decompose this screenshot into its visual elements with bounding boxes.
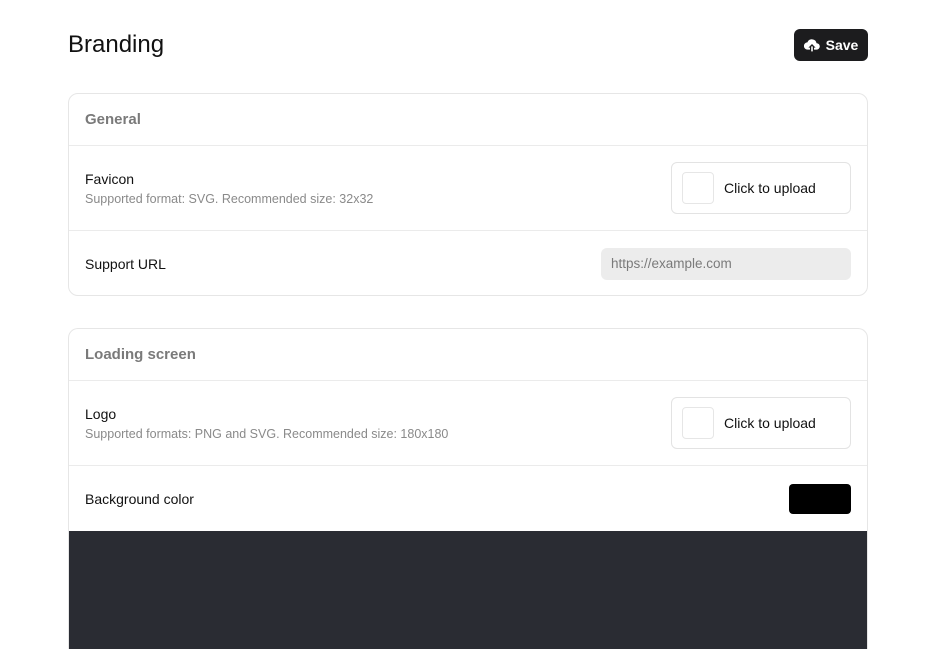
favicon-text: Favicon Supported format: SVG. Recommend… [85, 171, 373, 206]
save-button[interactable]: Save [794, 29, 868, 61]
favicon-row: Favicon Supported format: SVG. Recommend… [69, 146, 867, 231]
loading-screen-preview [69, 531, 867, 649]
background-color-row: Background color [69, 466, 867, 531]
support-url-row: Support URL [69, 231, 867, 295]
loading-screen-card-title: Loading screen [69, 329, 867, 381]
page-title: Branding [68, 31, 165, 58]
logo-description: Supported formats: PNG and SVG. Recommen… [85, 426, 449, 441]
favicon-label: Favicon [85, 170, 135, 187]
branding-page: Branding Save General Favicon Supported … [0, 0, 940, 649]
favicon-description: Supported format: SVG. Recommended size:… [85, 191, 374, 206]
cloud-upload-icon [803, 38, 820, 52]
logo-upload-label: Click to upload [724, 415, 816, 431]
background-color-label: Background color [85, 490, 194, 507]
background-color-swatch[interactable] [789, 483, 851, 514]
favicon-preview [682, 172, 714, 204]
save-button-label: Save [825, 37, 859, 53]
general-card: General Favicon Supported format: SVG. R… [68, 93, 868, 296]
favicon-upload-label: Click to upload [724, 180, 816, 196]
favicon-upload-button[interactable]: Click to upload [671, 162, 851, 214]
general-card-title: General [69, 94, 867, 146]
logo-row: Logo Supported formats: PNG and SVG. Rec… [69, 381, 867, 466]
loading-screen-card: Loading screen Logo Supported formats: P… [68, 328, 868, 649]
logo-preview [682, 407, 714, 439]
logo-upload-button[interactable]: Click to upload [671, 397, 851, 449]
support-url-label: Support URL [85, 255, 166, 272]
support-url-input[interactable] [601, 247, 851, 280]
logo-label: Logo [85, 405, 117, 422]
logo-text: Logo Supported formats: PNG and SVG. Rec… [85, 406, 448, 441]
